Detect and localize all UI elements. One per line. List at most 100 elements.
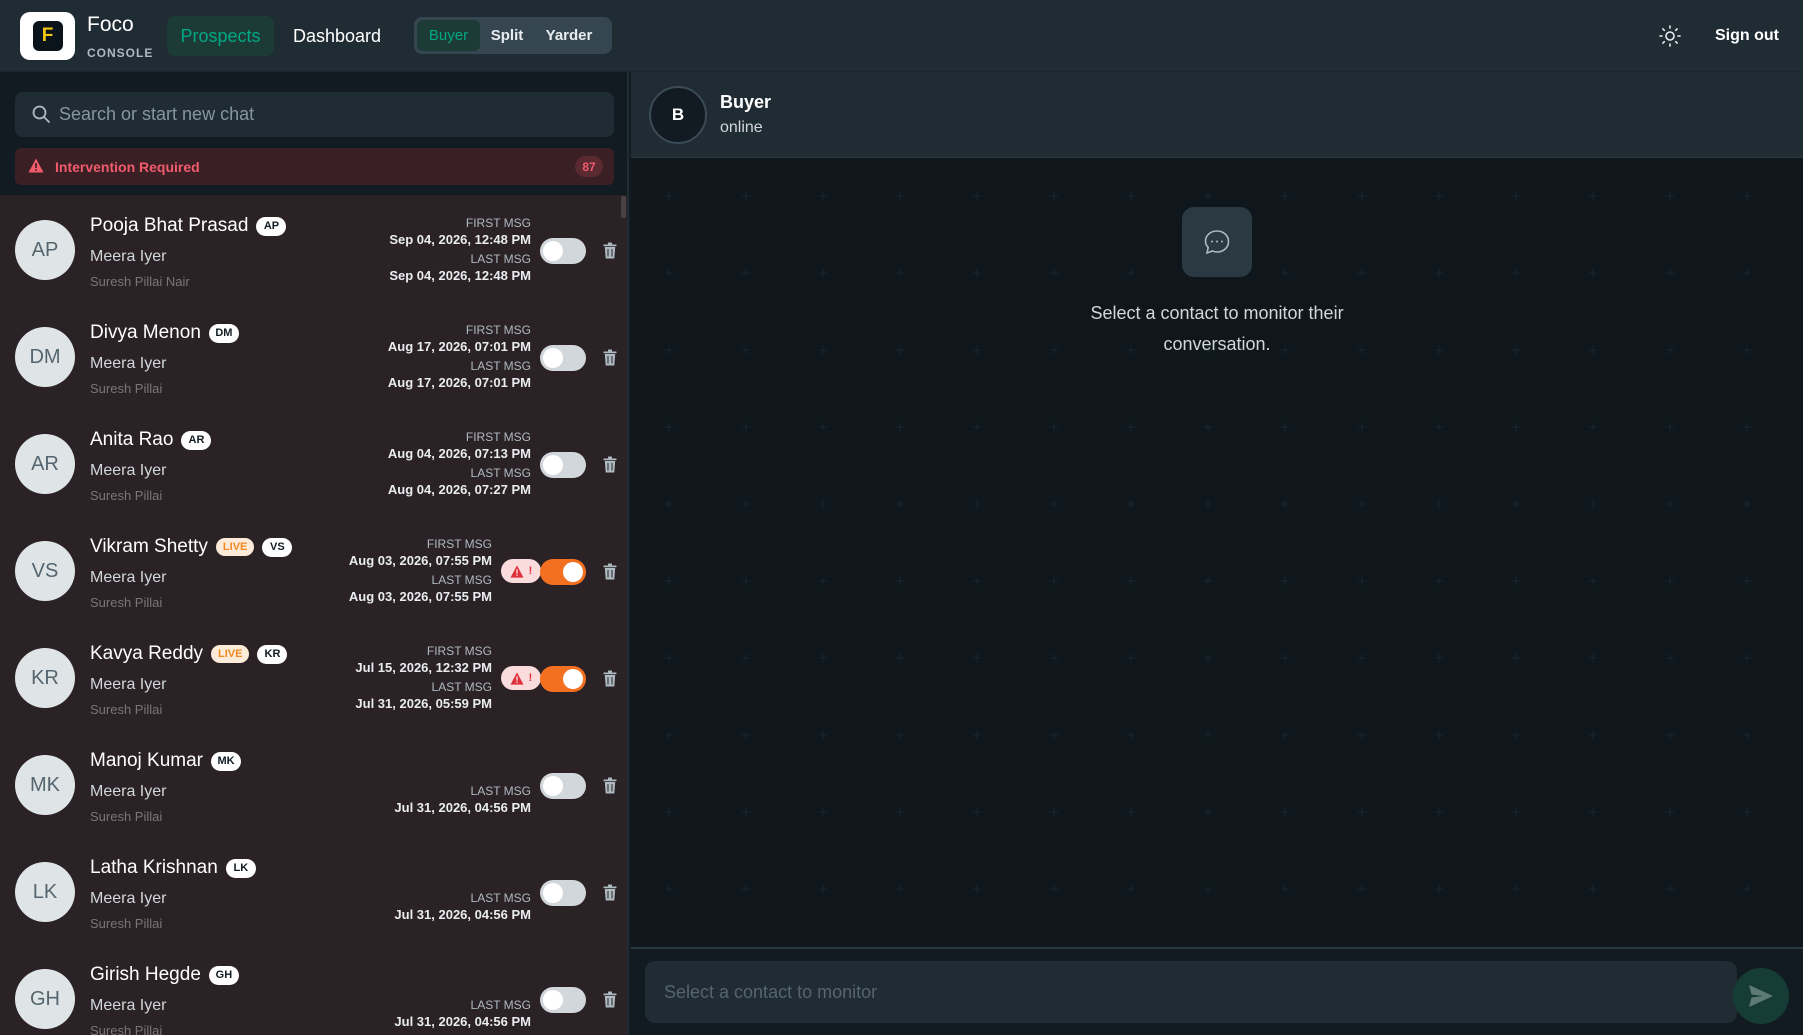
monitor-toggle[interactable] (540, 666, 586, 692)
monitor-toggle[interactable] (540, 773, 586, 799)
first-msg-date: Aug 17, 2026, 07:01 PM (387, 339, 531, 354)
message-dates: FIRST MSG Aug 03, 2026, 07:55 PM LAST MSG A… (349, 537, 492, 609)
last-msg-date: Jul 31, 2026, 04:56 PM (394, 800, 531, 815)
contact-row[interactable]: KR Kavya Reddy LIVE KR Meera Iyer Suresh P… (0, 624, 622, 731)
search-icon (32, 105, 50, 123)
intervention-alert[interactable]: Intervention Required 87 (15, 148, 614, 185)
chat-footer (631, 947, 1803, 1035)
contact-name-line: Girish Hegde GH (90, 960, 239, 990)
message-input[interactable] (645, 961, 1737, 1023)
live-badge: LIVE (215, 538, 255, 556)
trash-icon[interactable] (603, 670, 617, 687)
last-msg-label: LAST MSG (470, 252, 531, 266)
view-buyer-button[interactable]: Buyer (417, 20, 480, 51)
intervention-flag[interactable]: ! (501, 559, 541, 583)
initials-badge: KR (257, 644, 288, 664)
monitor-toggle[interactable] (540, 880, 586, 906)
contact-avatar: AP (15, 220, 75, 280)
last-msg-date: Jul 31, 2026, 04:56 PM (394, 907, 531, 922)
trash-icon[interactable] (603, 242, 617, 259)
monitor-toggle[interactable] (540, 238, 586, 264)
warning-icon (28, 158, 44, 173)
contact-name-line: Latha Krishnan LK (90, 853, 256, 883)
contact-name: Latha Krishnan (90, 857, 218, 878)
last-msg-label: LAST MSG (470, 359, 531, 373)
chat-avatar: B (649, 86, 707, 144)
contact-agent: Meera Iyer (90, 462, 167, 479)
view-split-button[interactable]: Split (480, 20, 534, 51)
contact-name: Kavya Reddy (90, 643, 204, 664)
trash-icon[interactable] (603, 991, 617, 1008)
contact-row[interactable]: AP Pooja Bhat Prasad AP Meera Iyer Suresh… (0, 196, 622, 303)
initials-badge: GH (208, 965, 239, 985)
last-msg-label: LAST MSG (431, 680, 492, 694)
contact-row[interactable]: DM Divya Menon DM Meera Iyer Suresh Pilla… (0, 303, 622, 410)
last-msg-label: LAST MSG (470, 891, 531, 905)
send-button[interactable] (1733, 968, 1789, 1024)
sign-out-button[interactable]: Sign out (1715, 27, 1779, 45)
intervention-label: Intervention Required (55, 159, 200, 175)
trash-icon[interactable] (603, 777, 617, 794)
last-msg-date: Aug 03, 2026, 07:55 PM (348, 589, 492, 604)
send-icon (1749, 985, 1773, 1007)
last-msg-label: LAST MSG (470, 466, 531, 480)
nav-dashboard[interactable]: Dashboard (285, 16, 389, 56)
search-box[interactable] (15, 92, 614, 137)
contact-name: Manoj Kumar (90, 750, 203, 771)
contact-agent: Meera Iyer (90, 890, 167, 907)
first-msg-label: FIRST MSG (426, 537, 492, 551)
initials-badge: VS (262, 537, 293, 557)
contact-owner: Suresh Pillai (90, 488, 163, 503)
contact-row[interactable]: GH Girish Hegde GH Meera Iyer Suresh Pill… (0, 945, 622, 1035)
first-msg-date: Sep 04, 2026, 12:48 PM (389, 232, 531, 247)
first-msg-label: FIRST MSG (465, 216, 531, 230)
intervention-flag-mark: ! (528, 565, 533, 577)
trash-icon[interactable] (603, 884, 617, 901)
last-msg-label: LAST MSG (470, 998, 531, 1012)
trash-icon[interactable] (603, 563, 617, 580)
contact-name-line: Manoj Kumar MK (90, 746, 241, 776)
contact-name-line: Anita Rao AR (90, 425, 212, 455)
live-badge: LIVE (211, 645, 250, 663)
intervention-count-badge: 87 (575, 156, 603, 177)
intervention-flag[interactable]: ! (501, 666, 541, 690)
monitor-toggle[interactable] (540, 559, 586, 585)
message-dates: FIRST MSG Jul 15, 2026, 12:32 PM LAST MSG J… (355, 644, 492, 716)
monitor-toggle[interactable] (540, 452, 586, 478)
initials-badge: AR (181, 430, 212, 450)
contact-avatar: MK (15, 755, 75, 815)
message-dates: FIRST MSG Aug 04, 2026, 07:13 PM LAST MSG A… (388, 430, 531, 502)
message-dates: LAST MSG Jul 31, 2026, 04:56 PM (394, 858, 531, 927)
first-msg-label: FIRST MSG (465, 323, 531, 337)
empty-state-text: Select a contact to monitor their conver… (1090, 303, 1344, 354)
nav-prospects[interactable]: Prospects (167, 16, 274, 56)
contact-name: Divya Menon (90, 322, 201, 343)
contact-agent: Meera Iyer (90, 783, 167, 800)
first-msg-date: Jul 15, 2026, 12:32 PM (355, 660, 492, 675)
contact-row[interactable]: VS Vikram Shetty LIVE VS Meera Iyer Suresh… (0, 517, 622, 624)
first-msg-label: FIRST MSG (465, 430, 531, 444)
contact-name-line: Pooja Bhat Prasad AP (90, 211, 287, 241)
contact-avatar: DM (15, 327, 75, 387)
search-input[interactable] (59, 92, 599, 137)
monitor-toggle[interactable] (540, 987, 586, 1013)
contact-name-line: Kavya Reddy LIVE KR (90, 639, 288, 669)
contact-name-line: Divya Menon DM (90, 318, 239, 348)
first-msg-label: FIRST MSG (426, 644, 492, 658)
contact-avatar: VS (15, 541, 75, 601)
trash-icon[interactable] (603, 349, 617, 366)
monitor-toggle[interactable] (540, 345, 586, 371)
brand-logo[interactable]: F (20, 12, 75, 60)
contact-row[interactable]: AR Anita Rao AR Meera Iyer Suresh Pillai … (0, 410, 622, 517)
view-yarder-button[interactable]: Yarder (534, 20, 604, 51)
contact-avatar: GH (15, 969, 75, 1029)
warning-icon (510, 671, 524, 685)
contact-row[interactable]: LK Latha Krishnan LK Meera Iyer Suresh Pi… (0, 838, 622, 945)
contact-owner: Suresh Pillai (90, 381, 163, 396)
message-dates: FIRST MSG Aug 17, 2026, 07:01 PM LAST MSG A… (388, 323, 531, 395)
trash-icon[interactable] (603, 456, 617, 473)
brand-subtitle: CONSOLE (87, 46, 154, 60)
contact-row[interactable]: MK Manoj Kumar MK Meera Iyer Suresh Pilla… (0, 731, 622, 838)
contact-owner: Suresh Pillai (90, 809, 163, 824)
sun-icon[interactable] (1658, 24, 1682, 48)
